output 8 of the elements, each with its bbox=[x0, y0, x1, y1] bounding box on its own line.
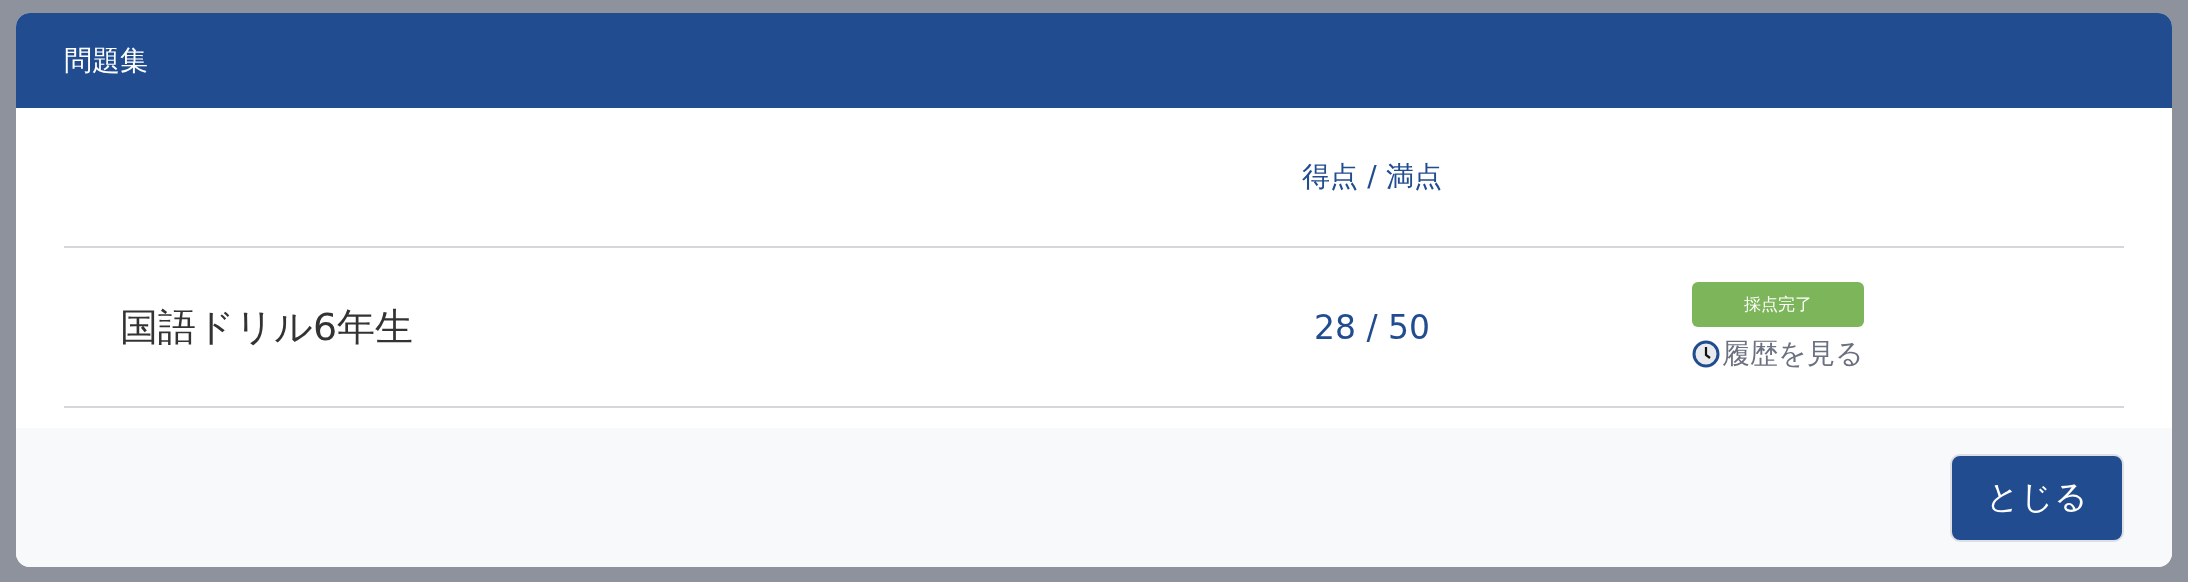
status-badge: 採点完了 bbox=[1692, 281, 1864, 327]
workbook-name: 国語ドリル6年生 bbox=[119, 303, 415, 351]
column-header: 得点 / 満点 bbox=[1302, 159, 1442, 195]
score: 28 / 50 bbox=[1313, 307, 1431, 347]
dialog-title: 問題集 bbox=[64, 42, 148, 79]
history-link[interactable]: 履歴を見る bbox=[1692, 334, 1864, 373]
close-button[interactable]: とじる bbox=[1950, 453, 2124, 542]
clock-icon bbox=[1692, 339, 1720, 368]
